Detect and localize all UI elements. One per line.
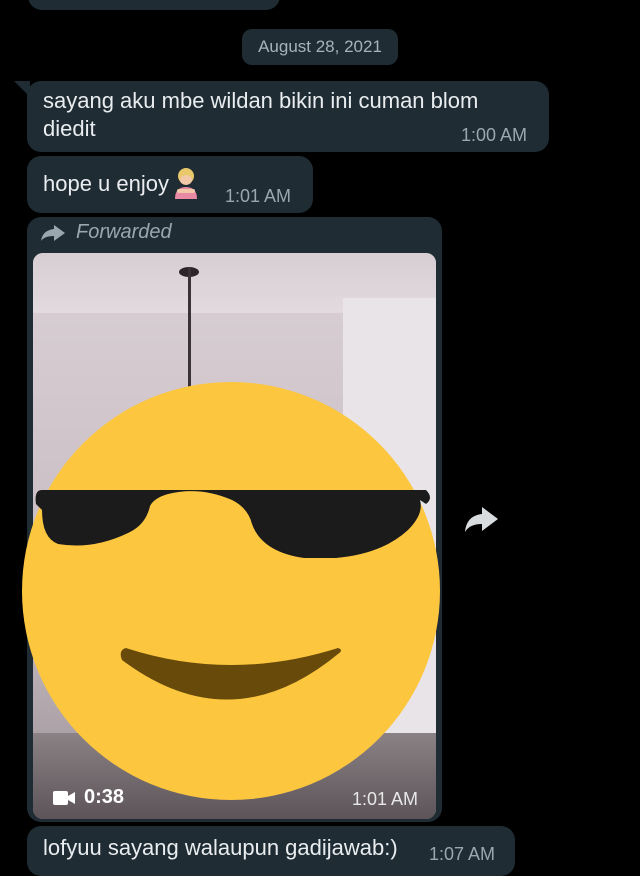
message-bubble[interactable]: hope u enjoy 1:01 AM [27,156,313,213]
message-time: 1:01 AM [225,186,292,206]
message-time: 1:00 AM [461,125,528,145]
sunglasses-emoji [22,382,440,800]
message-time: 1:01 AM [352,789,419,809]
message-time: 1:07 AM [429,844,496,864]
date-separator: August 28, 2021 [242,29,398,65]
message-text-line: diedit [43,116,96,141]
video-duration-text: 0:38 [84,786,125,808]
person-bowing-emoji [175,168,197,199]
video-camera-icon [53,790,75,805]
message-text-line: sayang aku mbe wildan bikin ini cuman bl… [43,88,479,113]
video-duration: 0:38 [52,786,124,809]
message-text: lofyuu sayang walaupun gadijawab:) [43,835,398,860]
message-text: hope u enjoy [43,171,169,196]
forwarded-text: Forwarded [76,221,172,243]
forwarded-label: Forwarded [40,221,172,244]
message-bubble[interactable]: lofyuu sayang walaupun gadijawab:) 1:07 … [27,826,515,876]
forward-share-icon[interactable] [462,501,502,539]
forward-arrow-icon [41,224,65,241]
message-bubble[interactable]: sayang aku mbe wildan bikin ini cuman bl… [27,81,549,152]
previous-message-bubble[interactable] [28,0,280,10]
